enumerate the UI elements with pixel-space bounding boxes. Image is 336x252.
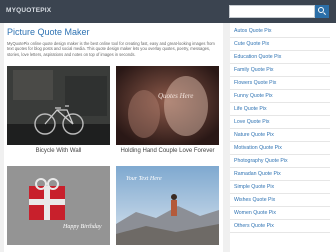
sidebar-item[interactable]: Funny Quote Pix — [230, 91, 330, 103]
card-overlay-text: Happy Birthday — [62, 224, 102, 230]
sidebar-item[interactable]: Nature Quote Pix — [230, 130, 330, 142]
sidebar-item[interactable]: Cute Quote Pix — [230, 39, 330, 51]
quote-card[interactable]: Your Text Here — [116, 166, 219, 252]
quote-card[interactable]: Happy Birthday — [7, 166, 110, 252]
top-navbar: MYQUOTEPIX — [0, 0, 336, 23]
sidebar-item[interactable]: Education Quote Pix — [230, 52, 330, 64]
sidebar-item[interactable]: Women Quote Pix — [230, 208, 330, 220]
sidebar-item[interactable]: Autos Quote Pix — [230, 26, 330, 38]
quote-card[interactable]: Quotes Here Holding Hand Couple Love For… — [116, 66, 219, 164]
bicycle-photo[interactable] — [7, 66, 110, 145]
card-overlay-text: Quotes Here — [158, 92, 193, 100]
sidebar-item[interactable]: Photography Quote Pix — [230, 156, 330, 168]
card-caption[interactable]: Holding Hand Couple Love Forever — [116, 148, 219, 154]
main-content: Picture Quote Maker MyQuotePix online qu… — [4, 23, 223, 252]
gift-box-photo[interactable]: Happy Birthday — [7, 166, 110, 245]
sidebar-item[interactable]: Love Quote Pix — [230, 117, 330, 129]
sidebar-item[interactable]: Simple Quote Pix — [230, 182, 330, 194]
couple-hands-photo[interactable]: Quotes Here — [116, 66, 219, 145]
search-input[interactable] — [229, 5, 315, 18]
card-caption[interactable]: Bicycle With Wall — [7, 148, 110, 154]
page-description: MyQuotePix online quote design maker is … — [7, 41, 215, 57]
landscape-person-photo[interactable]: Your Text Here — [116, 166, 219, 245]
sidebar-item[interactable]: Ramadan Quote Pix — [230, 169, 330, 181]
quote-card[interactable]: Bicycle With Wall — [7, 66, 110, 164]
category-sidebar: Autos Quote Pix Cute Quote Pix Education… — [230, 23, 336, 252]
sidebar-item[interactable]: Motivation Quote Pix — [230, 143, 330, 155]
page-title: Picture Quote Maker — [7, 27, 90, 37]
search-button[interactable] — [315, 5, 329, 18]
site-logo[interactable]: MYQUOTEPIX — [6, 7, 51, 14]
sidebar-item[interactable]: Flowers Quote Pix — [230, 78, 330, 90]
sidebar-item[interactable]: Family Quote Pix — [230, 65, 330, 77]
sidebar-item[interactable]: Wishes Quote Pix — [230, 195, 330, 207]
sidebar-item[interactable]: Life Quote Pix — [230, 104, 330, 116]
card-overlay-text: Your Text Here — [126, 176, 162, 182]
sidebar-item[interactable]: Others Quote Pix — [230, 221, 330, 233]
